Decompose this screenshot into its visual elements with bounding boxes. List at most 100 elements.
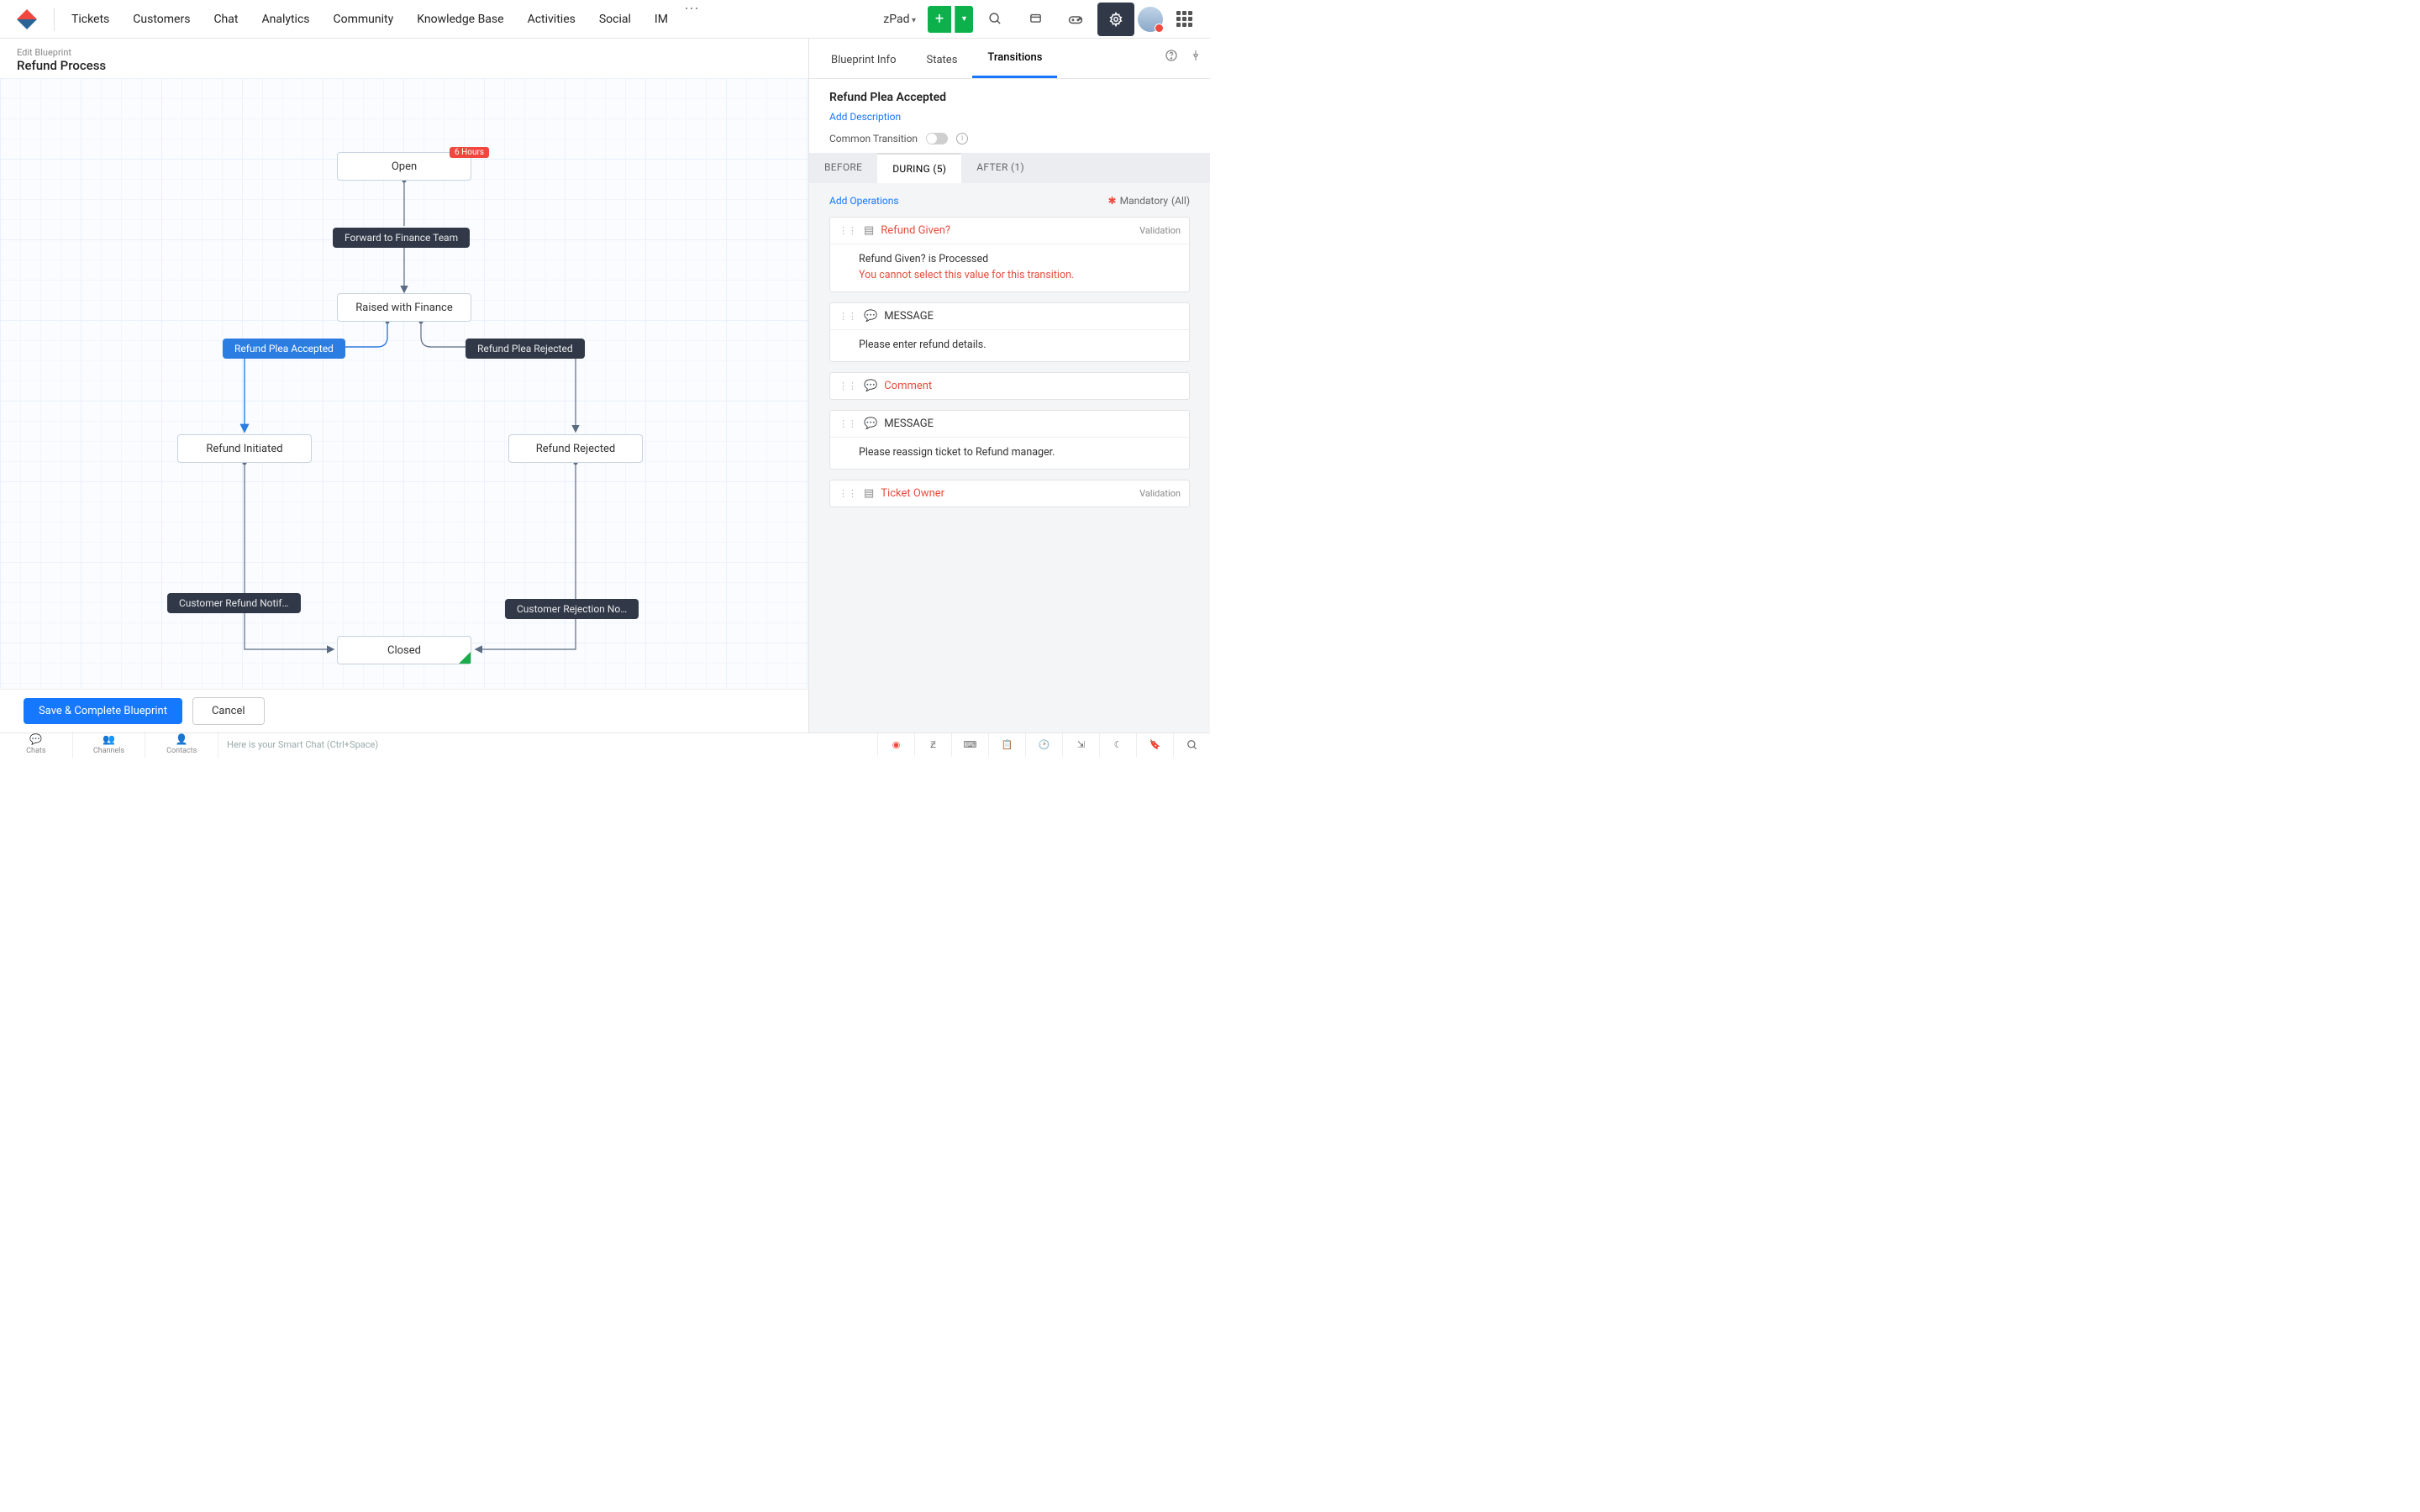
chat-icon: 💬 [864, 417, 877, 430]
sla-badge: 6 Hours [450, 147, 489, 158]
state-rejected[interactable]: Refund Rejected [508, 434, 643, 463]
bookmark-icon[interactable]: 🔖 [1136, 733, 1173, 757]
subtab-after[interactable]: AFTER (1) [961, 153, 1039, 183]
operation-card: ⋮⋮ 💬 MESSAGE Please reassign ticket to R… [829, 410, 1190, 470]
operation-message: Please enter refund details. [859, 339, 1179, 351]
drag-handle-icon[interactable]: ⋮⋮ [839, 225, 857, 236]
top-nav: Tickets Customers Chat Analytics Communi… [0, 0, 1210, 39]
transition-forward[interactable]: Forward to Finance Team [333, 228, 470, 248]
operation-tag: Validation [1139, 488, 1181, 499]
mandatory-toggle[interactable]: ✱ Mandatory (All) [1108, 195, 1190, 207]
zia-icon[interactable]: Ƶ [914, 733, 951, 757]
bottom-tab-channels[interactable]: 👥Channels [73, 731, 146, 759]
settings-icon[interactable] [1097, 3, 1134, 36]
chat-icon: 💬 [864, 380, 877, 392]
tab-states[interactable]: States [912, 42, 973, 78]
apps-grid-icon[interactable] [1166, 3, 1203, 36]
bottom-tab-chats[interactable]: 💬Chats [0, 731, 73, 759]
record-icon[interactable]: ◉ [877, 733, 914, 757]
cancel-button[interactable]: Cancel [192, 697, 265, 725]
transition-customer-rejection-notified[interactable]: Customer Rejection No… [505, 599, 639, 619]
state-label: Refund Rejected [536, 443, 616, 455]
drag-handle-icon[interactable]: ⋮⋮ [839, 418, 857, 429]
mandatory-label: Mandatory [1120, 195, 1168, 207]
search-icon[interactable] [976, 3, 1013, 36]
operation-title[interactable]: Ticket Owner [881, 487, 1133, 500]
nav-knowledge-base[interactable]: Knowledge Base [407, 0, 513, 39]
state-label: Raised with Finance [355, 302, 452, 314]
canvas-header: Edit Blueprint Refund Process [0, 39, 808, 78]
help-icon[interactable] [1165, 49, 1178, 66]
add-operations-link[interactable]: Add Operations [829, 195, 899, 207]
panel-body: Add Operations ✱ Mandatory (All) ⋮⋮ ▤ Re… [809, 183, 1210, 732]
blueprint-name: Refund Process [17, 58, 792, 73]
tab-blueprint-info[interactable]: Blueprint Info [816, 42, 912, 78]
save-button[interactable]: Save & Complete Blueprint [24, 698, 182, 724]
subtab-during[interactable]: DURING (5) [877, 153, 961, 183]
panel-tabs: Blueprint Info States Transitions [809, 39, 1210, 79]
flow-canvas[interactable]: Open 6 Hours Forward to Finance Team Rai… [0, 78, 808, 689]
nav-items: Tickets Customers Chat Analytics Communi… [61, 0, 702, 39]
drag-handle-icon[interactable]: ⋮⋮ [839, 381, 857, 391]
keyboard-icon[interactable]: ⌨ [951, 733, 988, 757]
operation-title[interactable]: Refund Given? [881, 224, 1133, 237]
info-icon[interactable]: i [956, 133, 968, 144]
workspace-switcher[interactable]: zPad [875, 13, 924, 26]
state-open[interactable]: Open 6 Hours [337, 152, 471, 181]
bottom-tab-contacts[interactable]: 👤Contacts [145, 731, 218, 759]
operation-title[interactable]: MESSAGE [884, 310, 1181, 323]
form-icon: ▤ [864, 224, 874, 237]
state-closed[interactable]: Closed [337, 636, 471, 664]
operation-condition: Refund Given? is Processed [859, 253, 1179, 265]
nav-activities[interactable]: Activities [518, 0, 586, 39]
search-bottom-icon[interactable] [1173, 733, 1210, 757]
divider [54, 8, 55, 31]
nav-right: zPad + ▼ [875, 3, 1203, 36]
chat-icon: 💬 [864, 310, 877, 323]
nav-more-icon[interactable]: ⋯ [681, 0, 702, 39]
operation-message: Please reassign ticket to Refund manager… [859, 446, 1179, 459]
global-add-button[interactable]: + [928, 6, 951, 33]
state-raised[interactable]: Raised with Finance [337, 293, 471, 322]
pin-icon[interactable] [1190, 49, 1202, 66]
operation-card: ⋮⋮ 💬 MESSAGE Please enter refund details… [829, 302, 1190, 362]
form-icon: ▤ [864, 487, 874, 500]
drag-handle-icon[interactable]: ⋮⋮ [839, 311, 857, 322]
drag-handle-icon[interactable]: ⋮⋮ [839, 488, 857, 499]
common-transition-label: Common Transition [829, 133, 918, 144]
subtab-before[interactable]: BEFORE [809, 153, 877, 183]
nav-community[interactable]: Community [324, 0, 404, 39]
tab-transitions[interactable]: Transitions [972, 39, 1057, 78]
clock-icon[interactable]: 🕑 [1025, 733, 1062, 757]
transition-plea-accepted[interactable]: Refund Plea Accepted [223, 339, 345, 359]
smart-chat-hint[interactable]: Here is your Smart Chat (Ctrl+Space) [218, 739, 877, 750]
notifications-icon[interactable] [1017, 3, 1054, 36]
global-add-caret[interactable]: ▼ [955, 6, 973, 33]
state-label: Refund Initiated [206, 443, 282, 455]
nav-social[interactable]: Social [589, 0, 641, 39]
operation-title[interactable]: MESSAGE [884, 417, 1181, 430]
canvas-area: Edit Blueprint Refund Process [0, 39, 808, 732]
nav-customers[interactable]: Customers [123, 0, 200, 39]
nav-im[interactable]: IM [644, 0, 678, 39]
operation-title[interactable]: Comment [884, 380, 1181, 392]
common-transition-toggle[interactable] [926, 133, 948, 144]
gamification-icon[interactable] [1057, 3, 1094, 36]
edit-blueprint-label: Edit Blueprint [17, 47, 792, 58]
clipboard-icon[interactable]: 📋 [988, 733, 1025, 757]
transition-plea-rejected[interactable]: Refund Plea Rejected [466, 339, 585, 359]
app-logo-icon[interactable] [17, 9, 37, 29]
user-avatar[interactable] [1138, 7, 1163, 32]
nav-chat[interactable]: Chat [203, 0, 248, 39]
operation-card: ⋮⋮ ▤ Refund Given? Validation Refund Giv… [829, 217, 1190, 292]
transition-customer-notified[interactable]: Customer Refund Notif… [167, 593, 301, 613]
export-icon[interactable]: ⇲ [1062, 733, 1099, 757]
subtabs: BEFORE DURING (5) AFTER (1) [809, 153, 1210, 183]
state-initiated[interactable]: Refund Initiated [177, 434, 312, 463]
darkmode-icon[interactable]: ☾ [1099, 733, 1136, 757]
nav-analytics[interactable]: Analytics [251, 0, 319, 39]
add-description-link[interactable]: Add Description [829, 111, 901, 123]
operation-card: ⋮⋮ 💬 Comment [829, 372, 1190, 400]
nav-tickets[interactable]: Tickets [61, 0, 119, 39]
operation-error: You cannot select this value for this tr… [859, 269, 1179, 281]
